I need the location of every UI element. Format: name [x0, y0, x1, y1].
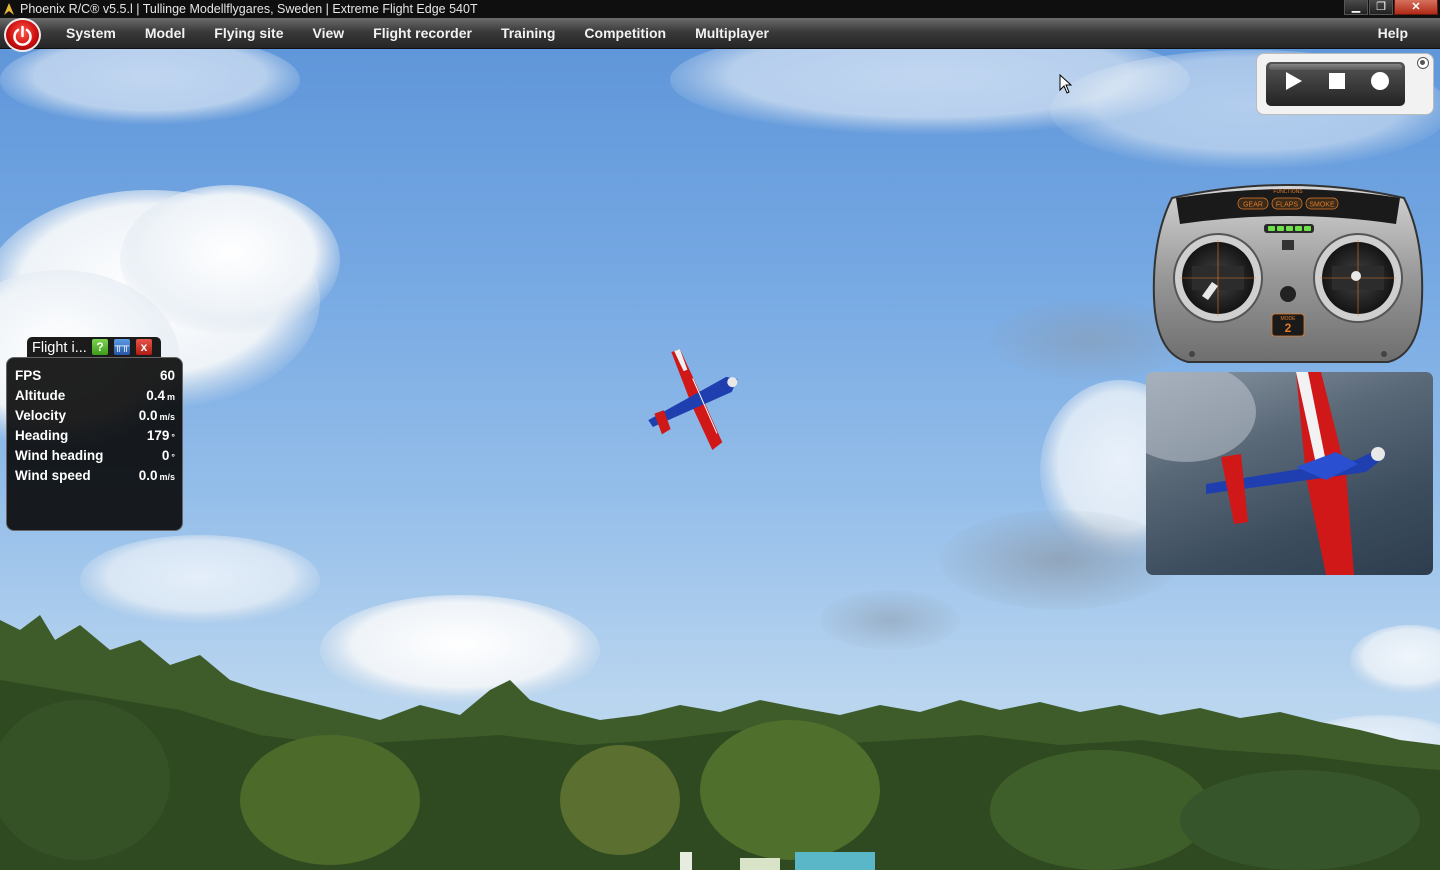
velocity-label: Velocity [15, 408, 67, 423]
gear-switch-label: GEAR [1243, 202, 1263, 209]
airplane-model [648, 349, 738, 451]
window-titlebar[interactable]: Phoenix R/C® v5.5.l | Tullinge Modellfly… [0, 0, 1440, 18]
menu-training[interactable]: Training [501, 18, 555, 48]
play-icon[interactable] [1280, 68, 1306, 94]
menu-multiplayer[interactable]: Multiplayer [695, 18, 769, 48]
flight-info-row: Heading 179 ° [15, 426, 175, 446]
stop-icon[interactable] [1324, 68, 1350, 94]
menu-model[interactable]: Model [145, 18, 185, 48]
flight-info-titlebar[interactable]: Flight i... ? ╥╥ x [27, 337, 161, 358]
fps-label: FPS [15, 368, 42, 383]
chase-camera-airplane [1146, 372, 1386, 575]
chase-camera-view[interactable] [1146, 372, 1433, 575]
restore-icon[interactable]: ❐ [1369, 0, 1393, 15]
menu-help[interactable]: Help [1378, 18, 1408, 48]
flight-info-row: FPS 60 [15, 366, 175, 386]
recorder-close-icon[interactable] [1417, 57, 1429, 69]
menu-system[interactable]: System [66, 18, 116, 48]
functions-label: FUNCTIONS [1273, 189, 1303, 195]
menu-flying-site[interactable]: Flying site [214, 18, 283, 48]
heading-label: Heading [15, 428, 69, 443]
virtual-transmitter[interactable]: FUNCTIONS GEAR FLAPS SMOKE MODE 2 [1152, 178, 1424, 364]
heading-value: 179 ° [146, 428, 175, 443]
minimize-icon[interactable]: ▁ [1344, 0, 1368, 15]
flight-info-row: Wind speed 0.0 m/s [15, 466, 175, 486]
flight-info-row: Wind heading 0 ° [15, 446, 175, 466]
mouse-cursor-icon [1059, 74, 1073, 94]
close-icon[interactable]: x [136, 339, 152, 355]
flight-info-panel: FPS 60 Altitude 0.4 m Velocity 0.0 m/s Hea… [6, 357, 183, 531]
mode-value: 2 [1285, 321, 1292, 335]
wind-speed-label: Wind speed [15, 468, 91, 483]
wind-heading-value: 0 ° [161, 448, 175, 463]
menu-competition[interactable]: Competition [584, 18, 666, 48]
menu-items: System Model Flying site View Flight rec… [66, 18, 798, 48]
menu-flight-recorder[interactable]: Flight recorder [373, 18, 472, 48]
wind-speed-value: 0.0 m/s [138, 468, 175, 483]
flight-recorder-panel [1256, 53, 1434, 115]
flight-info-title: Flight i... [32, 340, 87, 356]
wind-heading-label: Wind heading [15, 448, 104, 463]
record-icon[interactable] [1367, 68, 1393, 94]
flaps-switch-label: FLAPS [1276, 202, 1299, 209]
flight-info-row: Velocity 0.0 m/s [15, 406, 175, 426]
velocity-value: 0.0 m/s [138, 408, 175, 423]
help-icon[interactable]: ? [92, 339, 108, 355]
fps-value: 60 [159, 368, 175, 383]
power-icon [13, 25, 32, 46]
close-icon[interactable]: ✕ [1394, 0, 1438, 15]
altitude-label: Altitude [15, 388, 66, 403]
menu-view[interactable]: View [313, 18, 345, 48]
power-button[interactable] [4, 18, 41, 52]
window-title: Phoenix R/C® v5.5.l | Tullinge Modellfly… [20, 2, 478, 16]
altitude-value: 0.4 m [146, 388, 175, 403]
phoenix-app-icon [4, 3, 14, 15]
window-controls: ▁ ❐ ✕ [1343, 0, 1438, 16]
flight-info-row: Altitude 0.4 m [15, 386, 175, 406]
smoke-switch-label: SMOKE [1309, 202, 1335, 209]
settings-tools-icon[interactable]: ╥╥ [114, 339, 130, 355]
